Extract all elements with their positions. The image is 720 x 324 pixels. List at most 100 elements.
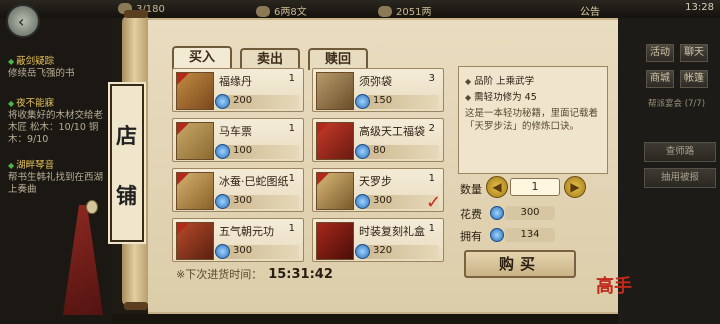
activity-button[interactable]: 活动 [646,44,674,62]
buy-button[interactable]: 购买 [464,250,576,278]
shop-item[interactable]: 须弥袋 3 150 [312,68,444,112]
item-name: 高级天工福袋 [359,125,425,138]
back-avatar-button[interactable]: ‹ [6,4,40,38]
detail-quality-line: ◆ 品阶 上乘武学 [465,73,534,87]
item-name: 五气朝元功 [219,225,274,238]
selected-checkmark-icon: ✓ [426,192,442,213]
item-qty: 1 [288,223,295,234]
back-arrow-icon: ‹ [18,12,25,31]
item-detail-panel: ◆ 品阶 上乘武学 ◆ 需轻功修为 45 这是一本轻功秘籍，里面记载着「天罗步法」的… [458,66,608,174]
restock-label: ※下次进货时间： [176,268,263,281]
item-price: 300 [373,195,393,206]
shop-item[interactable]: 冰蚕·巳蛇图纸 1 300 [172,168,304,212]
item-price: 300 [233,195,253,206]
decrease-qty-button[interactable]: ◀ [486,176,508,198]
item-icon [176,172,214,210]
coin-icon [355,244,370,259]
have-value: 134 [505,228,555,242]
restock-timer: ※下次进货时间： 15:31:42 [176,266,333,282]
item-name: 须弥袋 [359,75,392,88]
item-name: 冰蚕·巳蛇图纸 [219,175,289,188]
item-price: 300 [233,245,253,256]
detail-description: 这是一本轻功秘籍，里面记载着「天罗步法」的修炼口诀。 [465,108,599,132]
quest-item[interactable]: 蔽剑疑踪 修续岳飞强的书 [8,56,108,80]
coin-icon [490,206,504,220]
detail-quality: 品阶 上乘武学 [474,76,535,87]
item-name: 时装复刻礼盒 [359,225,425,238]
item-icon [316,172,354,210]
shop-button[interactable]: 商城 [646,70,674,88]
tab-redeem[interactable]: 赎回 [308,48,368,70]
shop-item[interactable]: 马车票 1 100 [172,118,304,162]
item-icon [176,122,214,160]
scroll-cap [124,10,148,18]
silver-resource: 6两8文 [256,3,307,18]
shop-item[interactable]: 福缘丹 1 200 [172,68,304,112]
quality-tag [317,123,329,135]
report-button[interactable]: 抽用被报 [644,168,716,188]
item-price-box: 80 [355,144,439,159]
quality-tag [177,173,189,185]
quality-tag [177,123,189,135]
tab-buy[interactable]: 买入 [172,46,232,70]
item-grid: 福缘丹 1 200 须弥袋 3 150 马车票 1 100 高级天工福袋 2 8… [172,68,448,262]
item-price: 150 [373,95,393,106]
quest-item[interactable]: 夜不能寐 将收集好的木材交给老木匠 松木：10/10 铜木：9/10 [8,98,108,146]
tent-button[interactable]: 帐篷 [680,70,708,88]
shop-item[interactable]: 五气朝元功 1 300 [172,218,304,262]
detail-skill: 需轻功修为 45 [474,92,537,103]
item-icon [316,222,354,260]
shop-item-selected[interactable]: 天罗步 1 300 [312,168,444,212]
notice-button[interactable]: 公告 [580,3,600,18]
quest-body: 修续岳飞强的书 [8,68,75,79]
seal-stamp: 高手 [596,276,632,297]
quest-title: 夜不能寐 [8,98,108,110]
coin-icon [215,94,230,109]
gold-resource: 2051两 [378,3,431,18]
chat-button[interactable]: 聊天 [680,44,708,62]
item-price-box: 300 [215,194,299,209]
quest-body: 帮书生韩礼找到在西湖上奏曲 [8,172,104,195]
qty-label: 数量 [460,183,482,196]
coin-icon [215,244,230,259]
item-qty: 1 [428,173,435,184]
coin-icon [355,94,370,109]
scroll-cap [124,302,148,310]
item-name: 天罗步 [359,175,392,188]
cost-label: 花费 [460,208,482,221]
item-name: 福缘丹 [219,75,252,88]
banner-char: 铺 [116,184,137,208]
item-price-box: 320 [355,244,439,259]
quest-body: 将收集好的木材交给老木匠 松木：10/10 铜木：9/10 [8,110,104,145]
quest-item[interactable]: 湖畔琴音 帮书生韩礼找到在西湖上奏曲 [8,160,108,196]
shop-item[interactable]: 高级天工福袋 2 80 [312,118,444,162]
shop-banner: 店 铺 [108,82,146,244]
shop-item[interactable]: 时装复刻礼盒 1 320 [312,218,444,262]
quality-tag [177,223,189,235]
increase-qty-button[interactable]: ▶ [564,176,586,198]
have-label: 拥有 [460,230,482,243]
cost-value: 300 [505,206,555,220]
clock: 13:28 [685,2,714,13]
item-price: 100 [233,145,253,156]
tab-sell[interactable]: 卖出 [240,48,300,70]
restock-time: 15:31:42 [268,267,333,282]
detail-skill-line: ◆ 需轻功修为 45 [465,89,537,103]
item-price: 320 [373,245,393,256]
quest-title: 蔽剑疑踪 [8,56,108,68]
qty-input[interactable]: 1 [510,178,560,196]
coin-icon [490,228,504,242]
coin-icon [215,194,230,209]
coin-icon [355,194,370,209]
item-price: 80 [373,145,386,156]
item-price-box: 300 [215,244,299,259]
item-icon [176,222,214,260]
guild-feast-label: 帮派宴会 (7/7) [648,99,706,109]
route-button[interactable]: 查师路 [644,142,716,162]
quest-title: 湖畔琴音 [8,160,108,172]
item-price-box: 200 [215,94,299,109]
item-price-box: 150 [355,94,439,109]
item-price: 200 [233,95,253,106]
top-status-bar: 3/180 6两8文 2051两 公告 13:28 [0,0,720,18]
quality-tag [317,173,329,185]
